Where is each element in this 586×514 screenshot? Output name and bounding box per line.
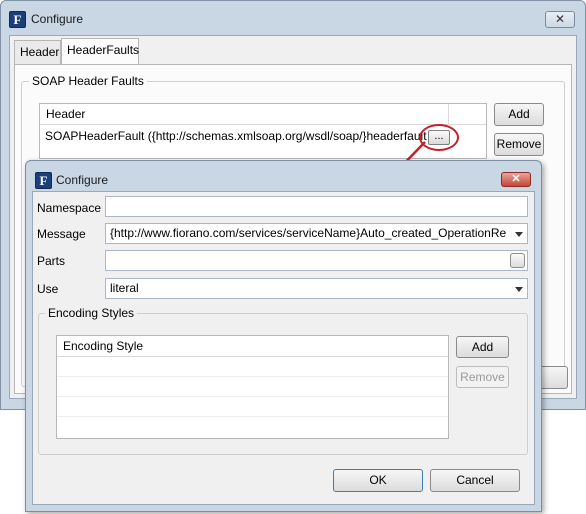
soap-header-faults-group-title: SOAP Header Faults <box>29 74 147 88</box>
tab-header-faults-label: HeaderFaults <box>67 43 140 57</box>
header-column-header: Header <box>46 107 86 121</box>
parts-browse-button[interactable] <box>510 253 525 268</box>
message-selected-value: {http://www.fiorano.com/services/service… <box>110 226 507 240</box>
outer-title-bar[interactable]: F Configure ✕ <box>1 1 585 35</box>
namespace-label: Namespace <box>37 201 102 215</box>
tab-header-faults[interactable]: HeaderFaults <box>61 38 139 64</box>
encoding-styles-group-title: Encoding Styles <box>45 306 138 320</box>
ok-button[interactable]: OK <box>333 469 423 492</box>
use-label: Use <box>37 282 59 296</box>
encoding-style-column-header: Encoding Style <box>63 339 144 353</box>
fiorano-app-icon: F <box>9 11 26 28</box>
encoding-styles-table-header: Encoding Style <box>57 336 448 357</box>
namespace-input[interactable] <box>105 196 528 217</box>
encoding-styles-table[interactable]: Encoding Style <box>56 335 449 439</box>
close-icon: ✕ <box>554 12 566 26</box>
message-label: Message <box>37 227 86 241</box>
parts-input[interactable] <box>105 250 528 271</box>
table-row <box>57 396 448 397</box>
inner-window-title: Configure <box>56 173 109 187</box>
table-row <box>57 376 448 377</box>
tab-header[interactable]: Header <box>14 40 61 64</box>
table-row <box>57 416 448 417</box>
inner-configure-window: F Configure ✕ Namespace Message {http://… <box>25 160 542 512</box>
chevron-down-icon <box>515 287 523 292</box>
inner-client-area: Namespace Message {http://www.fiorano.co… <box>32 191 535 505</box>
inner-title-bar[interactable]: F Configure ✕ <box>26 161 541 191</box>
add-encoding-style-button[interactable]: Add <box>456 336 509 358</box>
use-selected-value: literal <box>110 281 139 295</box>
inner-close-button[interactable]: ✕ <box>501 172 531 187</box>
close-icon: ✕ <box>511 173 521 185</box>
outer-close-button[interactable]: ✕ <box>545 11 575 28</box>
message-select[interactable]: {http://www.fiorano.com/services/service… <box>105 223 528 244</box>
header-faults-table-header: Header <box>40 104 486 125</box>
cancel-button[interactable]: Cancel <box>430 469 520 492</box>
chevron-down-icon <box>515 232 523 237</box>
column-divider <box>448 104 449 124</box>
remove-encoding-style-button[interactable]: Remove <box>456 366 509 388</box>
parts-label: Parts <box>37 254 66 268</box>
outer-window-title: Configure <box>31 12 84 26</box>
add-header-fault-button[interactable]: Add <box>494 103 544 126</box>
fiorano-app-icon: F <box>35 172 52 189</box>
use-select[interactable]: literal <box>105 278 528 299</box>
table-row[interactable]: SOAPHeaderFault ({http://schemas.xmlsoap… <box>45 129 427 143</box>
tab-header-label: Header <box>20 45 60 59</box>
remove-header-fault-button[interactable]: Remove <box>494 133 544 156</box>
